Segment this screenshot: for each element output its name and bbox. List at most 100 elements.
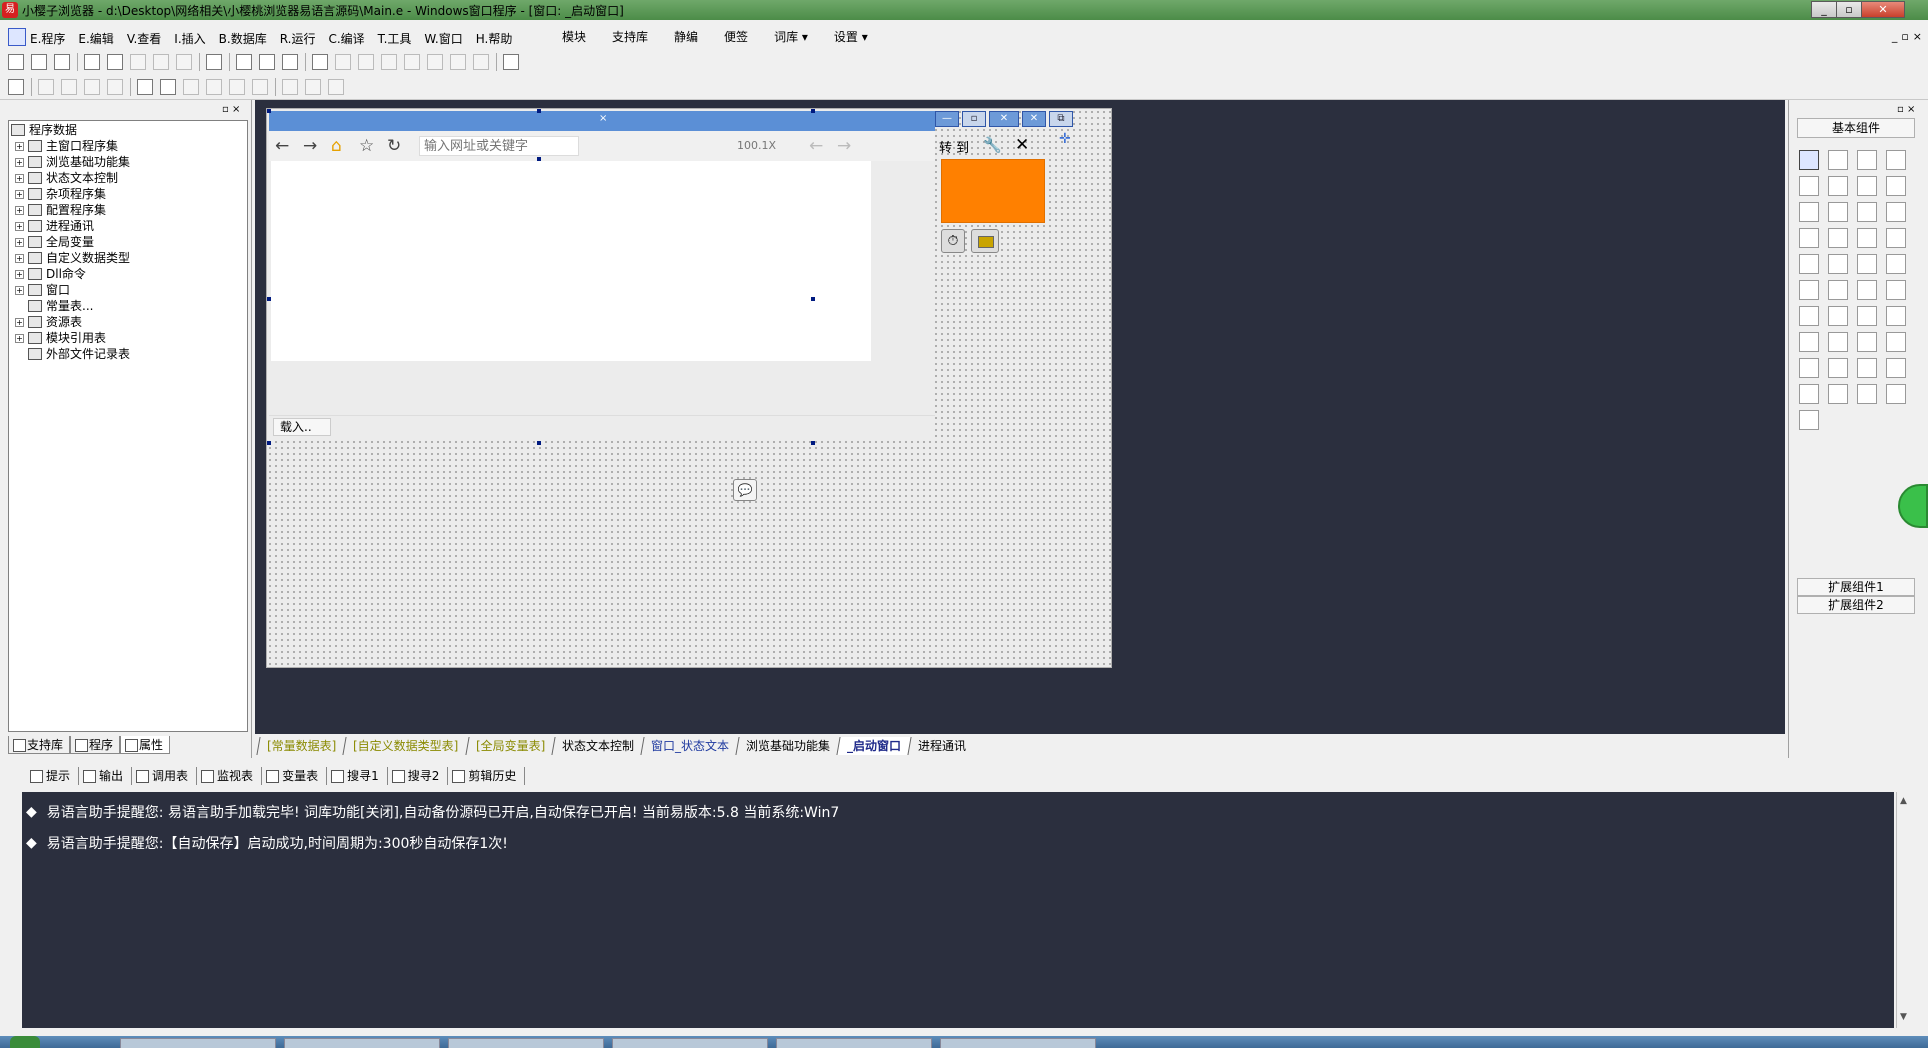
text-icon[interactable] (1857, 176, 1877, 196)
calendar-icon[interactable] (1799, 280, 1819, 300)
selection-handle[interactable] (537, 441, 541, 445)
menu-compile[interactable]: C.编译 (328, 30, 364, 47)
step-icon[interactable] (358, 54, 374, 70)
form-close-button[interactable]: ✕ (989, 111, 1019, 127)
tab-custom-type-table[interactable]: [自定义数据类型表] (342, 737, 469, 755)
tree-item[interactable]: + 浏览基础功能集 (15, 154, 247, 170)
line-icon[interactable] (1886, 176, 1906, 196)
tree-root[interactable]: 程序数据 (11, 122, 247, 138)
grid-list-icon[interactable] (1799, 228, 1819, 248)
odbc-provider-icon[interactable] (1799, 410, 1819, 430)
pin-icon[interactable]: ▫ (1897, 104, 1904, 115)
selection-handle[interactable] (537, 109, 541, 113)
home-icon[interactable]: ⌂ (331, 137, 342, 155)
run-to-cursor-icon[interactable] (450, 54, 466, 70)
radio-icon[interactable] (1828, 202, 1848, 222)
undo-icon[interactable] (176, 54, 192, 70)
list-box-icon[interactable] (1886, 202, 1906, 222)
layout-right-icon[interactable] (282, 54, 298, 70)
move-handle-icon[interactable]: ✛ (1059, 131, 1071, 147)
tab-constant-table[interactable]: [常量数据表] (256, 737, 346, 755)
align-bottom-icon[interactable] (107, 78, 123, 95)
tab-hint[interactable]: 提示 (26, 767, 80, 785)
helper-tool-icon[interactable] (503, 54, 519, 70)
frame-icon[interactable] (1886, 254, 1906, 274)
panel-close-icon[interactable]: × (1907, 104, 1915, 115)
paste-icon[interactable] (130, 54, 146, 70)
mdi-minimize-button[interactable]: _ (1892, 30, 1898, 43)
combo-box-icon[interactable] (1857, 202, 1877, 222)
selection-handle[interactable] (537, 157, 541, 161)
expand-icon[interactable]: + (15, 253, 24, 263)
menu-notes[interactable]: 便签 (724, 28, 748, 45)
taskbar-item[interactable] (940, 1038, 1096, 1048)
scroll-up-icon[interactable]: ▲ (1900, 796, 1907, 806)
tab-control-icon[interactable] (1828, 254, 1848, 274)
tab-window-status-text[interactable]: 窗口_状态文本 (640, 737, 739, 755)
menu-settings[interactable]: 设置 ▾ (834, 28, 868, 45)
menu-run[interactable]: R.运行 (280, 30, 316, 47)
selection-handle[interactable] (267, 297, 271, 301)
tree-view-icon[interactable] (1886, 358, 1906, 378)
scroll-down-icon[interactable]: ▼ (1900, 1012, 1907, 1022)
expand-icon[interactable]: + (15, 221, 24, 231)
expand-icon[interactable]: + (15, 269, 24, 279)
data-provider-icon[interactable] (1828, 384, 1848, 404)
tree-item[interactable]: 常量表... (15, 298, 247, 314)
expand-icon[interactable]: + (15, 333, 24, 343)
wrench-icon[interactable]: 🔧 (983, 136, 1002, 154)
menu-program[interactable]: E.程序 (30, 30, 65, 47)
tab-variables[interactable]: 变量表 (262, 767, 328, 785)
same-height-icon[interactable] (305, 78, 321, 95)
layout-left-icon[interactable] (236, 54, 252, 70)
layout-bottom-icon[interactable] (259, 54, 275, 70)
basic-components-header[interactable]: 基本组件 (1797, 118, 1915, 138)
checkbox-icon[interactable] (1799, 202, 1819, 222)
extension-components-2[interactable]: 扩展组件2 (1797, 596, 1915, 614)
edit-box-icon[interactable] (1799, 176, 1819, 196)
form-minimize-button[interactable]: — (935, 111, 959, 127)
minimize-button[interactable]: _ (1811, 1, 1837, 18)
forward-arrow-icon[interactable]: → (837, 137, 851, 155)
tab-global-variable-table[interactable]: [全局变量表] (465, 737, 555, 755)
tab-search1[interactable]: 搜寻1 (327, 767, 388, 785)
selection-handle[interactable] (267, 109, 271, 113)
scrollbar-v-icon[interactable] (1857, 228, 1877, 248)
center-horizontal-icon[interactable] (137, 78, 153, 95)
spin-icon[interactable] (1857, 254, 1877, 274)
table-icon[interactable] (1799, 306, 1819, 326)
toolbar-icon[interactable] (1886, 306, 1906, 326)
menu-thesaurus[interactable]: 词库 ▾ (774, 28, 808, 45)
tooltip-icon[interactable]: 💬 (733, 479, 757, 501)
stop-icon[interactable] (335, 54, 351, 70)
expand-icon[interactable]: + (15, 189, 24, 199)
color-picker-icon[interactable] (1857, 280, 1877, 300)
tab-status-text-control[interactable]: 状态文本控制 (551, 737, 644, 755)
forward-arrow-icon[interactable]: → (303, 137, 317, 155)
shape-icon[interactable] (1886, 150, 1906, 170)
center-vertical-icon[interactable] (160, 78, 176, 95)
run-icon[interactable] (312, 54, 328, 70)
tab-ipc[interactable]: 进程通讯 (907, 737, 976, 755)
timer-icon[interactable]: ⏱ (941, 229, 965, 253)
printer-icon[interactable] (1828, 332, 1848, 352)
start-button[interactable] (10, 1036, 40, 1048)
tab-support-lib[interactable]: 支持库 (8, 736, 71, 754)
extension-components-1[interactable]: 扩展组件1 (1797, 578, 1915, 596)
expand-icon[interactable]: + (15, 205, 24, 215)
expand-icon[interactable]: + (15, 173, 24, 183)
slider-icon[interactable] (1799, 254, 1819, 274)
same-size-icon[interactable] (328, 78, 344, 95)
close-button[interactable]: ✕ (1861, 1, 1905, 18)
open-file-icon[interactable] (31, 54, 47, 70)
tree-item[interactable]: + 自定义数据类型 (15, 250, 247, 266)
space-horizontal-icon[interactable] (183, 78, 199, 95)
hand-icon[interactable] (473, 54, 489, 70)
expand-icon[interactable]: + (15, 317, 24, 327)
window-icon[interactable] (1857, 358, 1877, 378)
scrollbar-h-icon[interactable] (1828, 228, 1848, 248)
web-view[interactable] (271, 161, 871, 361)
align-right-icon[interactable] (61, 78, 77, 95)
goto-button[interactable]: 转 到 (939, 137, 969, 156)
chart-icon[interactable] (1857, 384, 1877, 404)
